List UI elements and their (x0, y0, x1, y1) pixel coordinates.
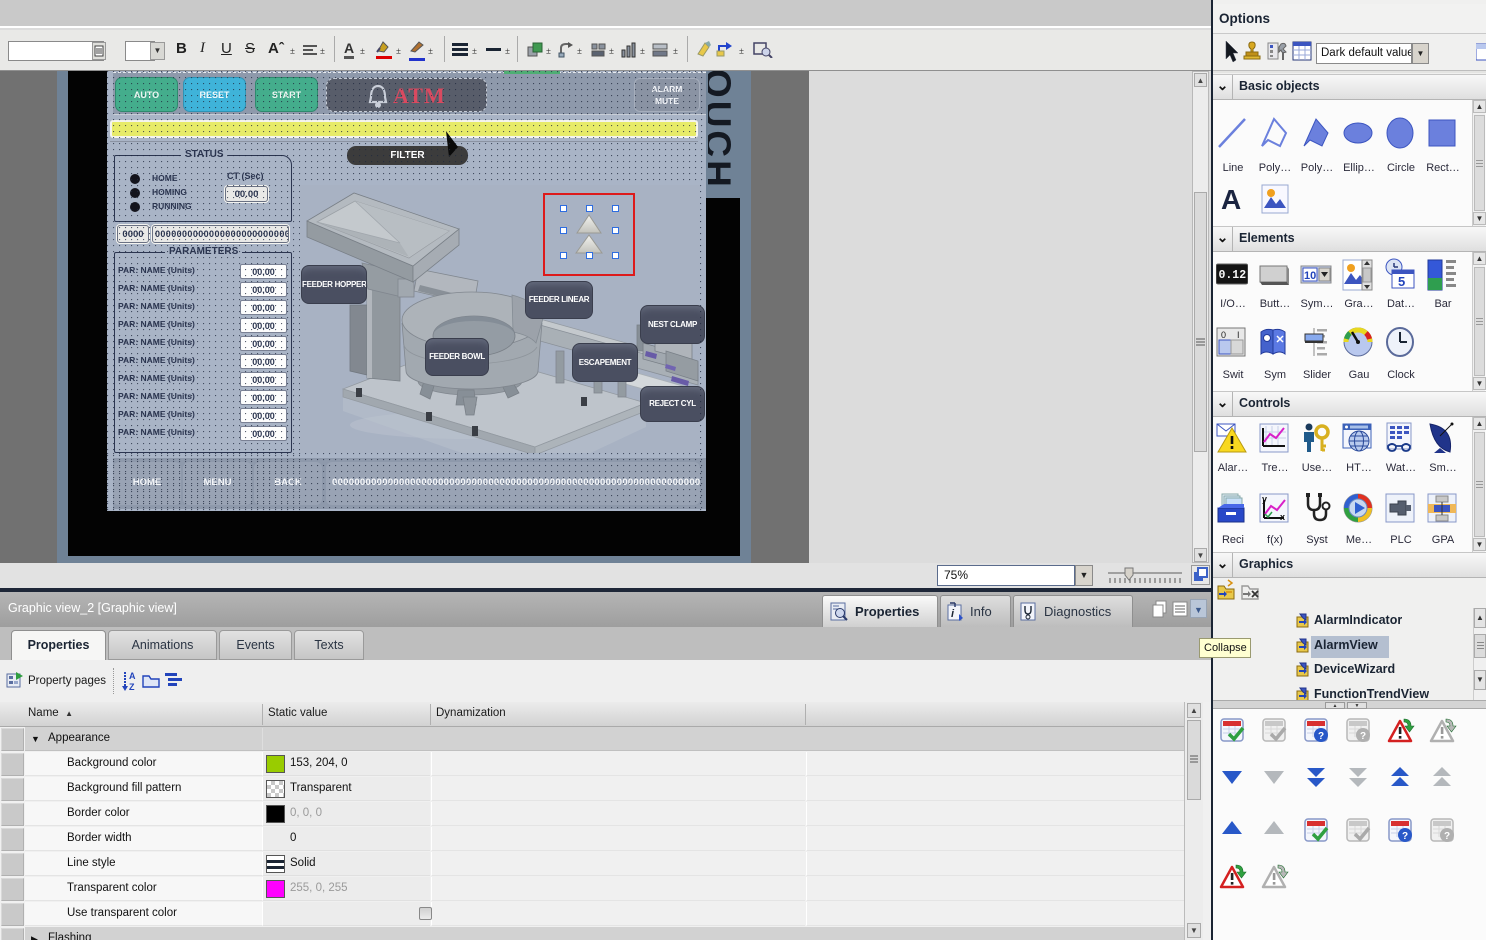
svg-text:0.12: 0.12 (1219, 269, 1247, 282)
svg-text:0: 0 (1221, 330, 1226, 340)
svg-text:Z: Z (129, 682, 135, 692)
svg-text:5: 5 (1398, 274, 1405, 289)
svg-text:I: I (1237, 330, 1240, 340)
svg-text:?: ? (1444, 831, 1450, 842)
svg-text:?: ? (1402, 831, 1408, 842)
svg-text:?: ? (1360, 731, 1366, 742)
svg-text:?: ? (1318, 731, 1324, 742)
svg-text:A: A (129, 671, 136, 681)
svg-text:10: 10 (1304, 270, 1316, 282)
